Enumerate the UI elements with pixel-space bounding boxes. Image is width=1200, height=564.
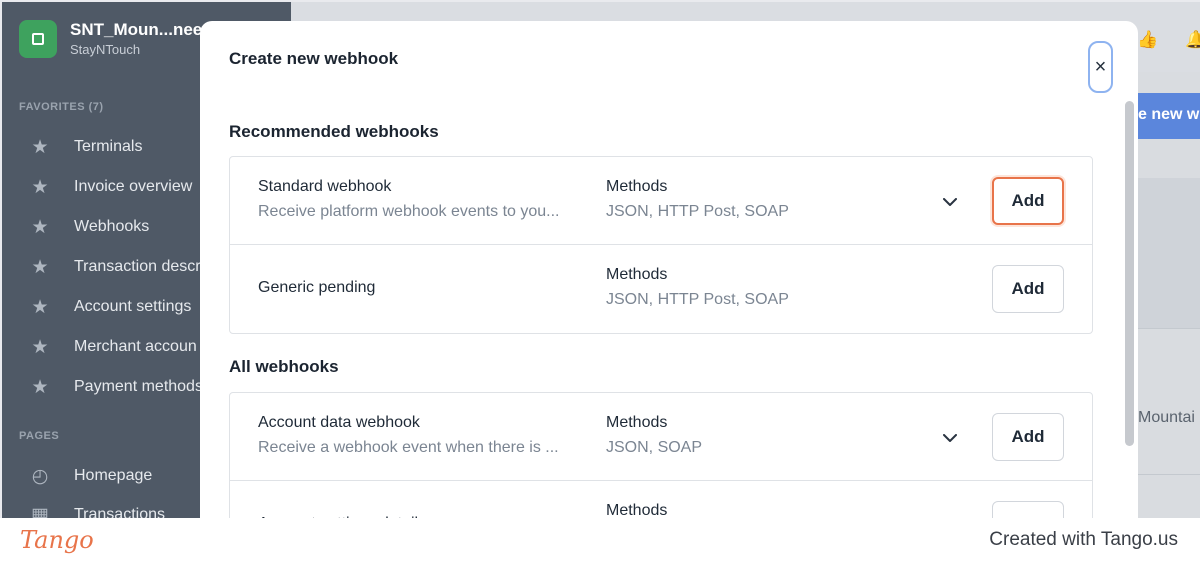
star-icon: ★ <box>31 376 49 398</box>
star-icon: ★ <box>31 136 49 158</box>
sidebar-item-transaction-descr[interactable]: ★ Transaction descr <box>30 256 201 278</box>
star-icon: ★ <box>31 336 49 358</box>
sidebar-item-label: Account settings <box>74 298 192 315</box>
sidebar-item-label: Webhooks <box>74 218 150 235</box>
sidebar-item-label: Transaction descr <box>74 258 201 275</box>
add-webhook-button[interactable]: Add <box>992 265 1064 313</box>
sidebar-item-label: Transactions <box>74 506 165 518</box>
methods-label: Methods <box>606 414 668 431</box>
chevron-down-icon[interactable] <box>938 426 962 450</box>
webhook-name: Standard webhook <box>258 178 392 195</box>
org-subtitle: StayNTouch <box>70 42 141 57</box>
tango-logo: Tango <box>20 526 94 554</box>
org-switcher[interactable]: SNT_Moun...nee StayNTouch <box>19 20 202 58</box>
sidebar-item-label: Terminals <box>74 138 143 155</box>
webhook-name: Generic pending <box>258 279 376 296</box>
webhook-name: Account data webhook <box>258 414 420 431</box>
webhook-description: Receive a webhook event when there is ..… <box>258 439 559 456</box>
gauge-icon: ◴ <box>31 465 49 487</box>
sidebar-item-label: Payment methods <box>74 378 203 395</box>
star-icon: ★ <box>31 296 49 318</box>
thumbs-up-icon[interactable]: 👍 <box>1137 30 1158 50</box>
webhook-row: Standard webhook Receive platform webhook… <box>230 157 1092 245</box>
recommended-webhooks-list: Standard webhook Receive platform webhook… <box>229 156 1093 334</box>
webhook-row: Generic pending Methods JSON, HTTP Post, S… <box>230 245 1092 333</box>
star-icon: ★ <box>31 216 49 238</box>
bell-icon[interactable]: 🔔 <box>1185 30 1200 50</box>
methods-value: JSON, SOAP <box>606 439 703 456</box>
create-webhook-modal: Create new webhook × Recommended webhook… <box>200 21 1138 518</box>
sidebar-item-account-settings[interactable]: ★ Account settings <box>30 296 192 318</box>
sidebar-item-terminals[interactable]: ★ Terminals <box>30 136 143 158</box>
divider <box>1138 474 1200 475</box>
sidebar-item-homepage[interactable]: ◴ Homepage <box>30 465 153 487</box>
add-webhook-button[interactable]: Add <box>992 413 1064 461</box>
content-band <box>1138 178 1200 328</box>
sidebar-item-label: Homepage <box>74 467 153 484</box>
webhook-row: Account data webhook Receive a webhook ev… <box>230 393 1092 481</box>
webhook-row: Account settings detailsMethodsAdd <box>230 481 1092 518</box>
table-icon: ▦ <box>31 504 49 519</box>
methods-value: JSON, HTTP Post, SOAP <box>606 291 789 308</box>
sidebar-item-payment-methods[interactable]: ★ Payment methods <box>30 376 203 398</box>
org-logo-icon <box>19 20 57 58</box>
add-webhook-button[interactable]: Add <box>992 177 1064 225</box>
sidebar-item-transactions[interactable]: ▦ Transactions <box>30 504 165 519</box>
org-name: SNT_Moun...nee <box>70 20 203 39</box>
all-webhooks-title: All webhooks <box>229 357 339 376</box>
methods-label: Methods <box>606 178 668 195</box>
divider <box>1138 328 1200 329</box>
methods-value: JSON, HTTP Post, SOAP <box>606 203 789 220</box>
methods-label: Methods <box>606 266 668 283</box>
tango-footer: Tango Created with Tango.us <box>0 518 1200 564</box>
close-icon: × <box>1094 55 1107 78</box>
add-webhook-button[interactable]: Add <box>992 501 1064 518</box>
star-icon: ★ <box>31 176 49 198</box>
pages-label: PAGES <box>19 430 60 442</box>
chevron-down-icon[interactable] <box>938 190 962 214</box>
webhook-description: Receive platform webhook events to you..… <box>258 203 560 220</box>
sidebar-item-label: Invoice overview <box>74 178 193 195</box>
methods-label: Methods <box>606 502 668 518</box>
sidebar-item-label: Merchant accoun <box>74 338 197 355</box>
favorites-label: FAVORITES (7) <box>19 101 104 113</box>
app-background: SNT_Moun...nee StayNTouch FAVORITES (7) … <box>0 0 1200 518</box>
sidebar-item-invoice-overview[interactable]: ★ Invoice overview <box>30 176 193 198</box>
tango-credit: Created with Tango.us <box>989 529 1178 550</box>
create-webhook-button[interactable]: e new w <box>1138 93 1200 139</box>
modal-title: Create new webhook <box>229 49 399 68</box>
sidebar-item-webhooks[interactable]: ★ Webhooks <box>30 216 150 238</box>
all-webhooks-list: Account data webhook Receive a webhook ev… <box>229 392 1093 518</box>
star-icon: ★ <box>31 256 49 278</box>
modal-scrollbar[interactable] <box>1125 101 1134 446</box>
sidebar-item-merchant-accoun[interactable]: ★ Merchant accoun <box>30 336 197 358</box>
close-button[interactable]: × <box>1088 41 1113 93</box>
recommended-webhooks-title: Recommended webhooks <box>229 122 439 141</box>
account-name-text: Mountai <box>1138 409 1195 426</box>
